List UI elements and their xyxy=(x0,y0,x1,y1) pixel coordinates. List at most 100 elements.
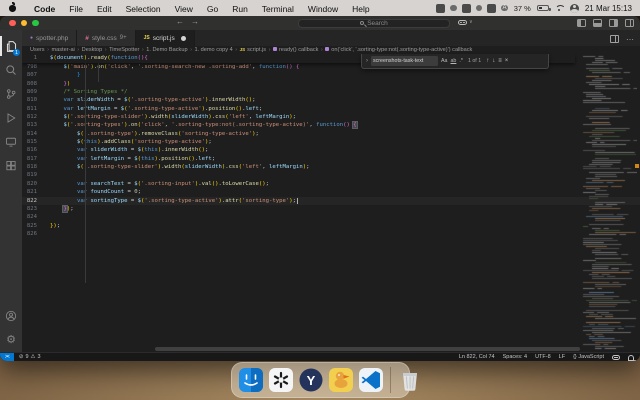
close-window-button[interactable] xyxy=(9,20,16,27)
customize-layout-button[interactable] xyxy=(625,19,634,27)
code-line[interactable]: 826 xyxy=(22,230,640,238)
code-editor[interactable]: 1$(document).ready(function(){ 798 $('ma… xyxy=(22,54,640,352)
go-forward-button[interactable]: → xyxy=(191,17,199,26)
tab-script.js[interactable]: JSscript.js xyxy=(136,30,195,46)
copilot-status-icon[interactable] xyxy=(612,355,620,360)
breadcrumb-item[interactable]: Desktop xyxy=(82,47,103,53)
dock-finder-icon[interactable] xyxy=(238,367,264,393)
input-source-icon[interactable]: A xyxy=(501,5,508,12)
match-case-button[interactable]: Aa xyxy=(441,58,447,64)
breadcrumb-item[interactable]: Users xyxy=(30,47,45,53)
code-line[interactable]: 814 $('.sorting-type').removeClass('sort… xyxy=(22,130,640,138)
previous-match-button[interactable]: ↑ xyxy=(486,58,489,64)
menubar-item-view[interactable]: View xyxy=(168,4,200,14)
sidebar-item-source-control[interactable] xyxy=(0,82,22,106)
code-line[interactable]: 811 var leftMargin = $('.sorting-type-ac… xyxy=(22,105,640,113)
language-mode[interactable]: {} JavaScript xyxy=(573,354,604,360)
menubar-item-selection[interactable]: Selection xyxy=(119,4,168,14)
remote-indicator[interactable]: >< xyxy=(0,353,14,362)
horizontal-scrollbar[interactable] xyxy=(155,347,580,351)
breadcrumb-item[interactable]: 1. Demo Backup xyxy=(146,47,187,53)
code-line[interactable]: 823 }); xyxy=(22,205,640,213)
menubar-item-edit[interactable]: Edit xyxy=(90,4,119,14)
whole-word-button[interactable]: ab xyxy=(450,58,456,64)
app-tray-icon-1[interactable] xyxy=(436,4,445,13)
toggle-panel-button[interactable] xyxy=(593,19,602,27)
toggle-primary-sidebar-button[interactable] xyxy=(577,19,586,27)
menubar-item-window[interactable]: Window xyxy=(301,4,345,14)
breadcrumb-item[interactable]: ready() callback xyxy=(273,47,318,53)
breadcrumb-item[interactable]: master-ai xyxy=(51,47,74,53)
code-line[interactable]: 818 $('.sorting-type-slider').width(slid… xyxy=(22,163,640,171)
breadcrumb-item[interactable]: JSscript.js xyxy=(240,47,266,53)
app-tray-icon-4[interactable] xyxy=(476,5,483,12)
go-back-button[interactable]: ← xyxy=(176,17,184,26)
app-tray-icon-3[interactable] xyxy=(462,4,471,13)
code-line[interactable]: 807 } xyxy=(22,71,640,79)
app-tray-icon-5[interactable] xyxy=(487,4,496,13)
notifications-bell-icon[interactable] xyxy=(628,355,634,360)
menubar-item-code[interactable]: Code xyxy=(27,4,62,14)
statusbar-item[interactable]: LF xyxy=(559,354,565,360)
menubar-item-file[interactable]: File xyxy=(62,4,90,14)
sidebar-item-search[interactable] xyxy=(0,58,22,82)
more-actions-button[interactable]: ⋯ xyxy=(626,35,634,44)
dock-vscode-icon[interactable] xyxy=(358,367,384,393)
next-match-button[interactable]: ↓ xyxy=(492,58,495,64)
code-line[interactable]: 824 xyxy=(22,213,640,221)
breadcrumb-item[interactable]: 1. demo copy 4 xyxy=(194,47,232,53)
code-line[interactable]: 825}); xyxy=(22,222,640,230)
tab-style.css[interactable]: #style.css9+ xyxy=(77,30,135,46)
code-line[interactable]: 815 $(this).addClass('sorting-type-activ… xyxy=(22,138,640,146)
command-center-search[interactable]: Search xyxy=(298,19,450,29)
breadcrumb-item[interactable]: TimeSpotter xyxy=(109,47,139,53)
tab-spotter.php[interactable]: ●spotter.php xyxy=(22,30,77,46)
code-line[interactable]: 810 var sliderWidth = $('.sorting-type-a… xyxy=(22,96,640,104)
code-line[interactable]: 821 var foundCount = 0; xyxy=(22,188,640,196)
sidebar-item-explorer[interactable]: 1 xyxy=(0,34,22,58)
dock-cyberduck-icon[interactable] xyxy=(328,367,354,393)
code-line[interactable]: 812 $('.sorting-type-slider').width(slid… xyxy=(22,113,640,121)
code-line[interactable]: 819 xyxy=(22,171,640,179)
menubar-clock[interactable]: 21 Mar 15:13 xyxy=(585,4,632,13)
minimize-window-button[interactable] xyxy=(21,20,28,27)
toggle-secondary-sidebar-button[interactable] xyxy=(609,19,618,27)
code-line[interactable]: 822 var sortingType = $('.sorting-type-a… xyxy=(22,197,640,205)
settings-button[interactable]: ⚙ xyxy=(0,328,22,352)
sidebar-item-run-debug[interactable] xyxy=(0,106,22,130)
dock-chatgpt-icon[interactable] xyxy=(268,367,294,393)
minimap[interactable] xyxy=(581,54,637,352)
toggle-replace-chevron[interactable]: › xyxy=(366,58,368,64)
menubar-item-help[interactable]: Help xyxy=(345,4,376,14)
code-line[interactable]: 808 }) xyxy=(22,80,640,88)
app-tray-icon-2[interactable] xyxy=(450,5,457,12)
code-line[interactable]: 817 var leftMargin = $(this).position().… xyxy=(22,155,640,163)
code-line[interactable]: 820 var searchText = $('.sorting-input')… xyxy=(22,180,640,188)
find-in-selection-button[interactable]: ≡ xyxy=(498,58,502,64)
find-input[interactable]: screenshots-task-text xyxy=(371,56,438,66)
regex-button[interactable]: .* xyxy=(459,58,463,64)
user-switch-icon[interactable] xyxy=(570,4,579,13)
sidebar-item-remote-explorer[interactable] xyxy=(0,130,22,154)
dock-yandex-icon[interactable]: Y xyxy=(298,367,324,393)
code-line[interactable]: 813 $('.sorting-types').on('click', '.so… xyxy=(22,121,640,129)
copilot-menu[interactable]: ∨ xyxy=(458,19,473,25)
zoom-window-button[interactable] xyxy=(32,20,39,27)
statusbar-item[interactable]: Ln 822, Col 74 xyxy=(459,354,495,360)
code-line[interactable]: 1$(document).ready(function(){ xyxy=(22,54,148,62)
statusbar-item[interactable]: Spaces: 4 xyxy=(503,354,527,360)
menubar-item-terminal[interactable]: Terminal xyxy=(255,4,301,14)
close-find-button[interactable]: × xyxy=(505,58,509,64)
dock-trash-icon[interactable] xyxy=(397,367,423,393)
sidebar-item-extensions[interactable] xyxy=(0,154,22,178)
split-editor-button[interactable] xyxy=(610,35,619,43)
problems-indicator[interactable]: ⊘ 9 ⚠ 3 xyxy=(19,354,41,360)
code-line[interactable]: 809 /* Sorting Types */ xyxy=(22,88,640,96)
breadcrumb[interactable]: Users›master-ai›Desktop›TimeSpotter›1. D… xyxy=(22,46,640,54)
wifi-icon[interactable] xyxy=(555,5,564,12)
code-line[interactable]: 816 var sliderWidth = $(this).innerWidth… xyxy=(22,146,640,154)
menubar-item-run[interactable]: Run xyxy=(225,4,255,14)
accounts-button[interactable] xyxy=(0,304,22,328)
statusbar-item[interactable]: UTF-8 xyxy=(535,354,551,360)
apple-menu-icon[interactable] xyxy=(8,3,17,13)
